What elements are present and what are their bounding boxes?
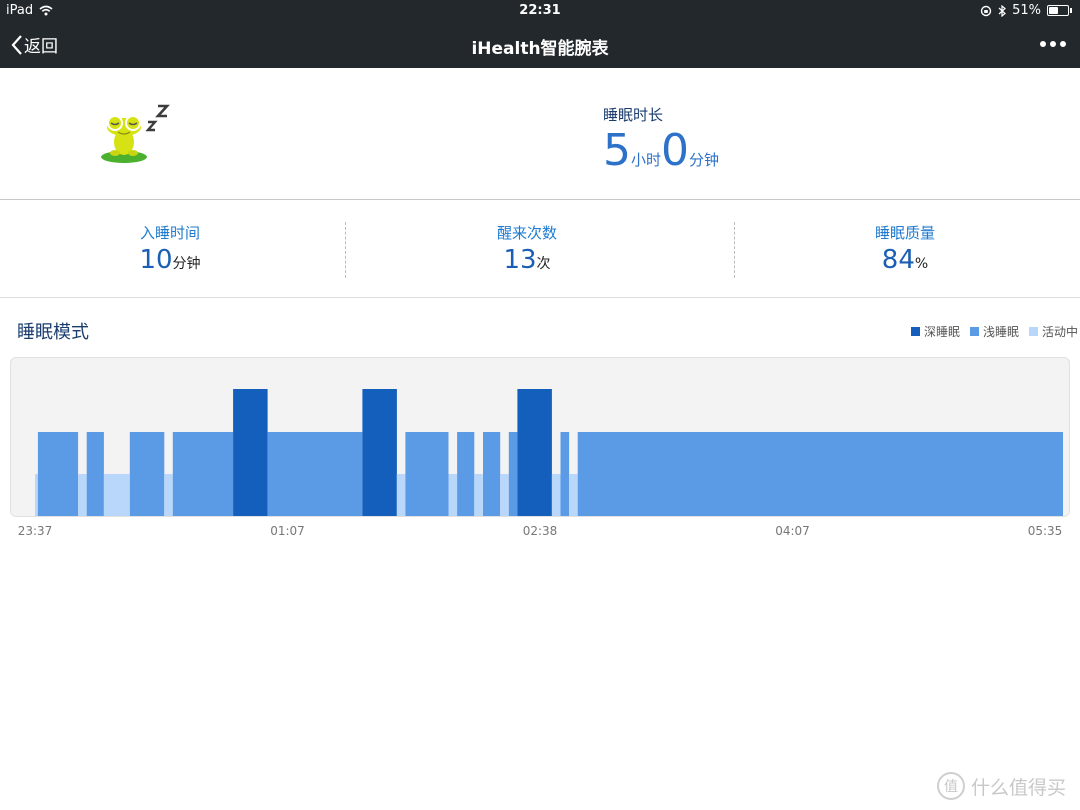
more-dot-icon — [1060, 41, 1066, 47]
stat-number: 10 — [139, 245, 173, 275]
sleep-duration-label: 睡眠时长 — [603, 106, 664, 124]
sleep-pattern-chart — [10, 357, 1070, 517]
sleep-segment-bar — [362, 389, 397, 516]
sleep-segment-bar — [78, 474, 87, 516]
watermark-text: 什么值得买 — [970, 776, 1066, 799]
sleep-segment-bar — [172, 432, 234, 516]
sleep-segment-bar — [560, 432, 570, 516]
divider — [734, 222, 735, 278]
sleep-segment-bar — [86, 432, 104, 516]
sleep-duration-value: 5小时0分钟 — [603, 127, 719, 175]
sleep-pattern-title: 睡眠模式 — [17, 322, 89, 343]
battery-level-fill — [1049, 7, 1059, 14]
status-right: 51% — [980, 3, 1072, 18]
bluetooth-icon — [998, 4, 1007, 17]
stat-label: 睡眠质量 — [874, 224, 935, 242]
watermark: 值 什么值得买 — [936, 772, 1066, 800]
status-bar: iPad 22:31 51% — [0, 0, 1080, 22]
battery-icon — [1047, 5, 1069, 16]
sleep-segment-bar — [103, 474, 130, 516]
sleep-segment-bar — [517, 389, 552, 516]
chart-legend: 深睡眠 浅睡眠 活动中 — [910, 323, 1078, 340]
more-menu-button[interactable] — [1040, 32, 1066, 56]
sleep-segment-bar — [164, 474, 173, 516]
sleep-segment-bar — [267, 432, 363, 516]
sleep-segment-bar — [577, 432, 1063, 516]
stat-unit: 分钟 — [172, 256, 201, 272]
chart-x-axis: 23:37 01:07 02:38 04:07 05:35 — [0, 524, 1080, 542]
x-tick-label: 01:07 — [270, 524, 305, 538]
sleep-report-screen: iPad 22:31 51% 返回 iHealth智能腕表 睡眠时长 5小时0分… — [0, 0, 1080, 810]
status-time: 22:31 — [519, 3, 561, 18]
legend-swatch — [1028, 327, 1038, 336]
duration-minutes: 0 — [661, 125, 690, 176]
legend-item-deep: 深睡眠 — [910, 323, 960, 340]
sleep-segment-bar — [474, 474, 483, 516]
sleep-pattern-svg — [35, 389, 1063, 516]
duration-hours: 5 — [603, 125, 631, 176]
sleep-segment-bar — [483, 432, 501, 516]
legend-swatch — [969, 327, 979, 336]
divider — [345, 222, 346, 278]
x-tick-label: 04:07 — [775, 524, 810, 538]
stat-unit: 次 — [536, 256, 551, 272]
stat-value: 13次 — [457, 245, 597, 279]
sleep-summary: 睡眠时长 5小时0分钟 — [0, 68, 1080, 200]
duration-hours-unit: 小时 — [631, 151, 662, 169]
more-dot-icon — [1040, 41, 1046, 47]
legend-item-active: 活动中 — [1028, 323, 1078, 340]
sleep-segment-bar — [569, 474, 578, 516]
sleep-stats: 入睡时间 10分钟 醒来次数 13次 睡眠质量 84% — [0, 200, 1080, 298]
stat-number: 84 — [881, 245, 915, 275]
legend-swatch — [910, 327, 920, 336]
sleep-segment-bar — [551, 474, 561, 516]
stat-label: 入睡时间 — [139, 224, 200, 242]
sleep-segment-bar — [508, 432, 518, 516]
stat-unit: % — [914, 256, 929, 272]
stat-label: 醒来次数 — [496, 224, 557, 242]
sleep-duration: 睡眠时长 5小时0分钟 — [603, 104, 719, 175]
stat-sleep-quality: 睡眠质量 84% — [835, 222, 975, 279]
legend-item-light: 浅睡眠 — [969, 323, 1019, 340]
battery-percent: 51% — [1012, 3, 1041, 18]
more-dot-icon — [1050, 41, 1056, 47]
sleep-segment-bar — [37, 432, 79, 516]
legend-label: 活动中 — [1041, 325, 1078, 339]
stat-number: 13 — [503, 245, 537, 275]
rotation-lock-icon — [980, 5, 992, 16]
stat-fall-asleep-time: 入睡时间 10分钟 — [100, 222, 240, 279]
duration-minutes-unit: 分钟 — [689, 151, 720, 169]
x-tick-label: 23:37 — [17, 524, 53, 538]
x-tick-label: 05:35 — [1027, 524, 1063, 538]
sleep-segment-bar — [233, 389, 268, 516]
sleep-segment-bar — [448, 474, 458, 516]
x-tick-label: 02:38 — [522, 524, 558, 538]
nav-bar: 返回 iHealth智能腕表 — [0, 22, 1080, 68]
sleep-segment-bar — [129, 432, 165, 516]
stat-value: 10分钟 — [100, 245, 240, 279]
legend-label: 深睡眠 — [923, 325, 960, 339]
sleep-segment-bar — [457, 432, 475, 516]
legend-label: 浅睡眠 — [982, 325, 1019, 339]
page-title: iHealth智能腕表 — [471, 39, 609, 59]
battery-tip — [1070, 8, 1072, 13]
sleep-segment-bar — [500, 474, 509, 516]
sleeping-frog-icon — [101, 104, 170, 163]
watermark-logo: 值 — [936, 772, 965, 800]
stat-wake-count: 醒来次数 13次 — [457, 222, 597, 279]
sleep-segment-bar — [405, 432, 449, 516]
stat-value: 84% — [835, 245, 975, 279]
sleep-segment-bar — [396, 474, 406, 516]
